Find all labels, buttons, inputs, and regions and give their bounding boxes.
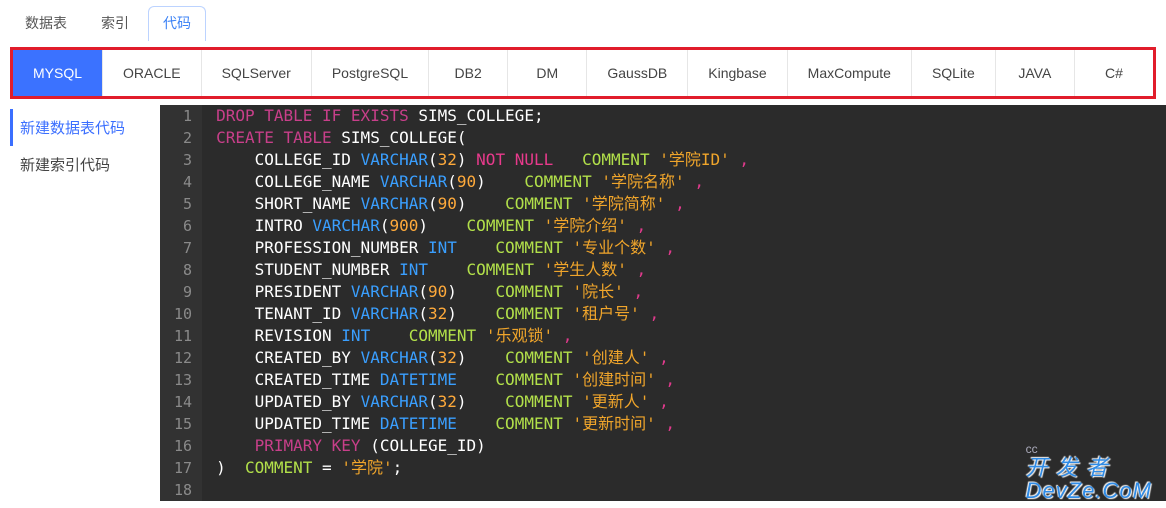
code-line[interactable]: SHORT_NAME VARCHAR(90) COMMENT '学院简称' ,: [216, 193, 749, 215]
tab-code[interactable]: 代码: [148, 6, 206, 41]
code-line[interactable]: TENANT_ID VARCHAR(32) COMMENT '租户号' ,: [216, 303, 749, 325]
editor-code[interactable]: DROP TABLE IF EXISTS SIMS_COLLEGE;CREATE…: [202, 105, 759, 501]
top-tabs: 数据表 索引 代码: [0, 0, 1166, 41]
code-line[interactable]: ) COMMENT = '学院';: [216, 457, 749, 479]
db-tab-postgresql[interactable]: PostgreSQL: [312, 50, 429, 96]
code-line[interactable]: PRIMARY KEY (COLLEGE_ID): [216, 435, 749, 457]
db-tab-db2[interactable]: DB2: [429, 50, 508, 96]
code-line[interactable]: CREATE TABLE SIMS_COLLEGE(: [216, 127, 749, 149]
tab-data-table[interactable]: 数据表: [10, 6, 82, 41]
content: 新建数据表代码 新建索引代码 1234567891011121314151617…: [0, 105, 1166, 501]
code-line[interactable]: PROFESSION_NUMBER INT COMMENT '专业个数' ,: [216, 237, 749, 259]
code-line[interactable]: COLLEGE_NAME VARCHAR(90) COMMENT '学院名称' …: [216, 171, 749, 193]
code-line[interactable]: UPDATED_TIME DATETIME COMMENT '更新时间' ,: [216, 413, 749, 435]
db-tab-sqlite[interactable]: SQLite: [912, 50, 996, 96]
code-line[interactable]: CREATED_BY VARCHAR(32) COMMENT '创建人' ,: [216, 347, 749, 369]
editor-gutter: 123456789101112131415161718: [160, 105, 202, 501]
code-line[interactable]: REVISION INT COMMENT '乐观锁' ,: [216, 325, 749, 347]
db-tab-oracle[interactable]: ORACLE: [103, 50, 202, 96]
code-editor[interactable]: 123456789101112131415161718 DROP TABLE I…: [160, 105, 1166, 501]
watermark: cc 开 发 者 DevZe.CoM: [1026, 443, 1152, 502]
code-line[interactable]: [216, 479, 749, 501]
db-tab-java[interactable]: JAVA: [996, 50, 1075, 96]
code-line[interactable]: STUDENT_NUMBER INT COMMENT '学生人数' ,: [216, 259, 749, 281]
code-line[interactable]: UPDATED_BY VARCHAR(32) COMMENT '更新人' ,: [216, 391, 749, 413]
tab-index[interactable]: 索引: [86, 6, 144, 41]
db-tab-mysql[interactable]: MYSQL: [13, 50, 103, 96]
code-line[interactable]: PRESIDENT VARCHAR(90) COMMENT '院长' ,: [216, 281, 749, 303]
sidebar-item-create-table-code[interactable]: 新建数据表代码: [10, 109, 160, 146]
db-tab-gaussdb[interactable]: GaussDB: [587, 50, 688, 96]
sidebar: 新建数据表代码 新建索引代码: [0, 105, 160, 501]
code-line[interactable]: CREATED_TIME DATETIME COMMENT '创建时间' ,: [216, 369, 749, 391]
db-tab-sqlserver[interactable]: SQLServer: [202, 50, 312, 96]
code-line[interactable]: INTRO VARCHAR(900) COMMENT '学院介绍' ,: [216, 215, 749, 237]
db-tab-csharp[interactable]: C#: [1075, 50, 1153, 96]
watermark-line1: 开 发 者: [1026, 455, 1109, 480]
db-tab-kingbase[interactable]: Kingbase: [688, 50, 787, 96]
db-tabs: MYSQL ORACLE SQLServer PostgreSQL DB2 DM…: [10, 47, 1156, 99]
code-line[interactable]: DROP TABLE IF EXISTS SIMS_COLLEGE;: [216, 105, 749, 127]
db-tab-maxcompute[interactable]: MaxCompute: [788, 50, 912, 96]
code-line[interactable]: COLLEGE_ID VARCHAR(32) NOT NULL COMMENT …: [216, 149, 749, 171]
sidebar-item-create-index-code[interactable]: 新建索引代码: [10, 146, 160, 183]
db-tab-dm[interactable]: DM: [508, 50, 587, 96]
watermark-line2: DevZe.CoM: [1026, 478, 1152, 503]
